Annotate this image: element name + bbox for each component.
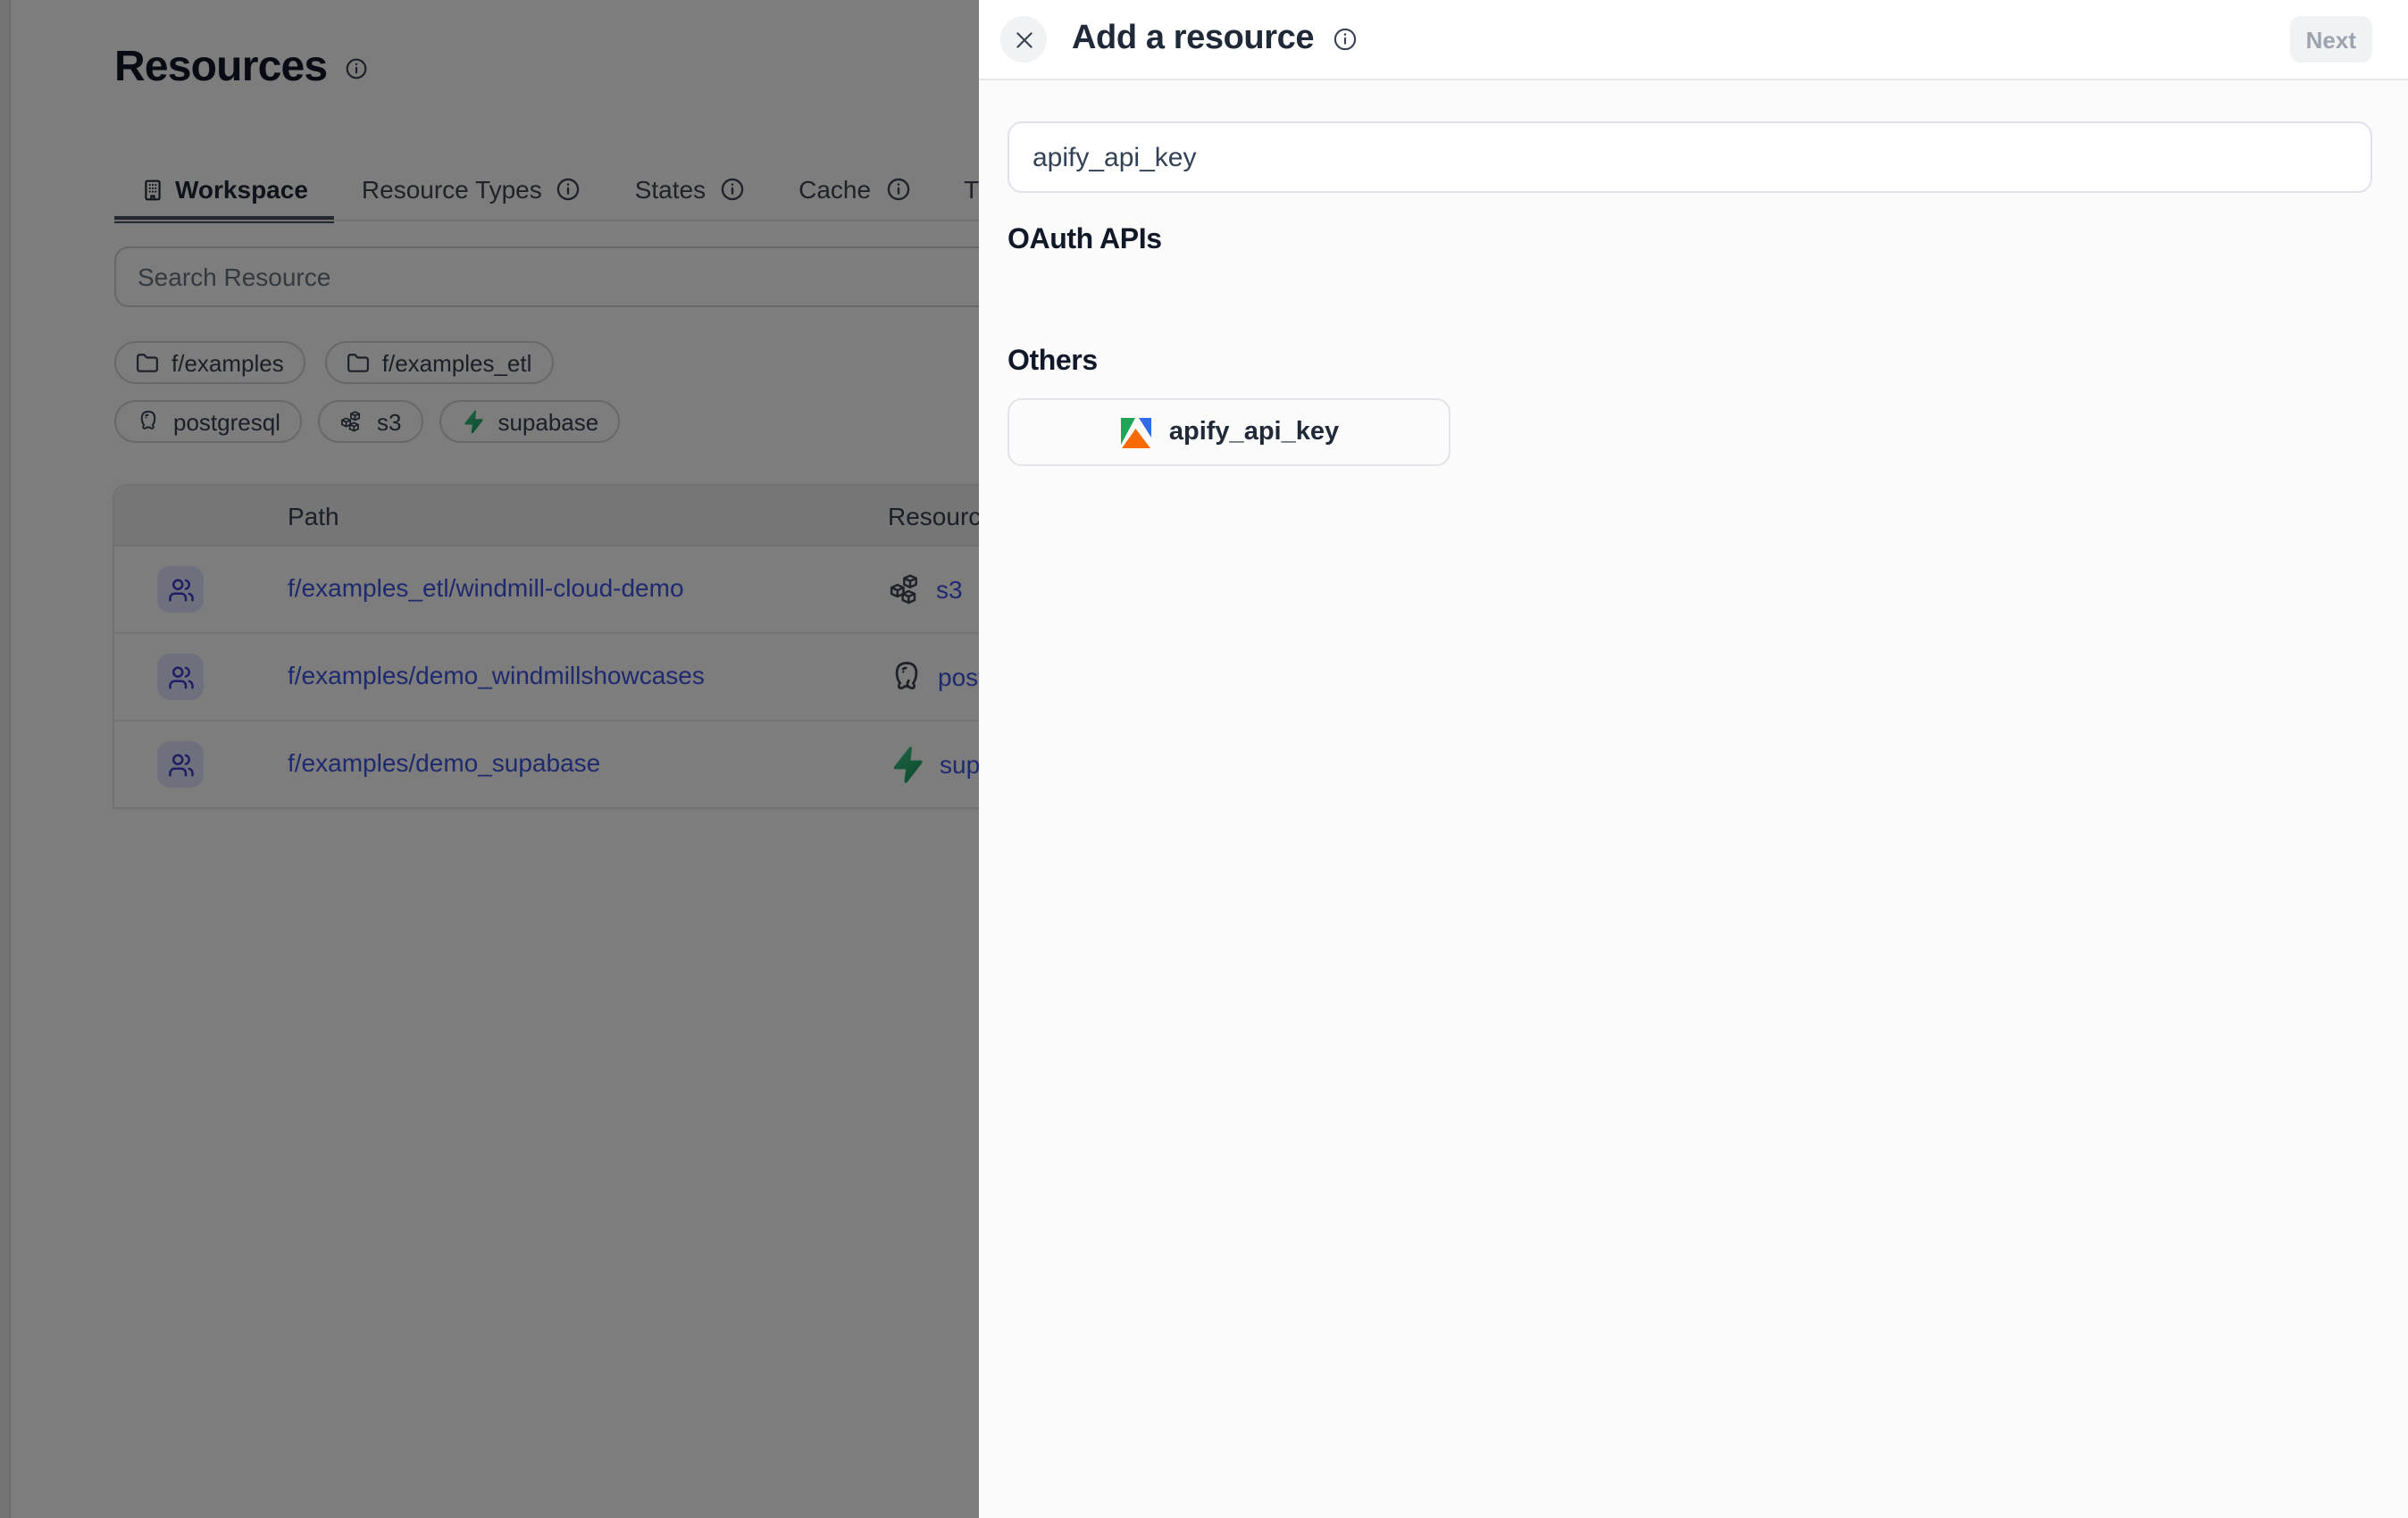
oauth-apis-section-header: OAuth APIs — [1008, 225, 2379, 257]
screen: Resources Workspace Resource Types — [0, 0, 2408, 1518]
resource-type-card-apify[interactable]: apify_api_key — [1008, 398, 1451, 466]
close-icon — [1012, 28, 1035, 51]
drawer-body: OAuth APIs Others apify_api_key — [979, 80, 2408, 1518]
oauth-apis-empty-area — [979, 257, 2408, 311]
apify-icon — [1119, 414, 1155, 450]
others-section-header: Others — [1008, 346, 2379, 379]
add-resource-drawer: Add a resource Next OAuth APIs Others — [979, 0, 2408, 1518]
resource-type-card-label: apify_api_key — [1169, 418, 1339, 446]
resource-type-search-input[interactable] — [1008, 121, 2372, 193]
close-drawer-button[interactable] — [1000, 16, 1047, 63]
drawer-title-wrap: Add a resource — [1072, 20, 1357, 59]
next-button[interactable]: Next — [2290, 16, 2372, 63]
drawer-header: Add a resource Next — [979, 0, 2408, 80]
drawer-title: Add a resource — [1072, 20, 1314, 59]
info-icon[interactable] — [1332, 27, 1357, 52]
